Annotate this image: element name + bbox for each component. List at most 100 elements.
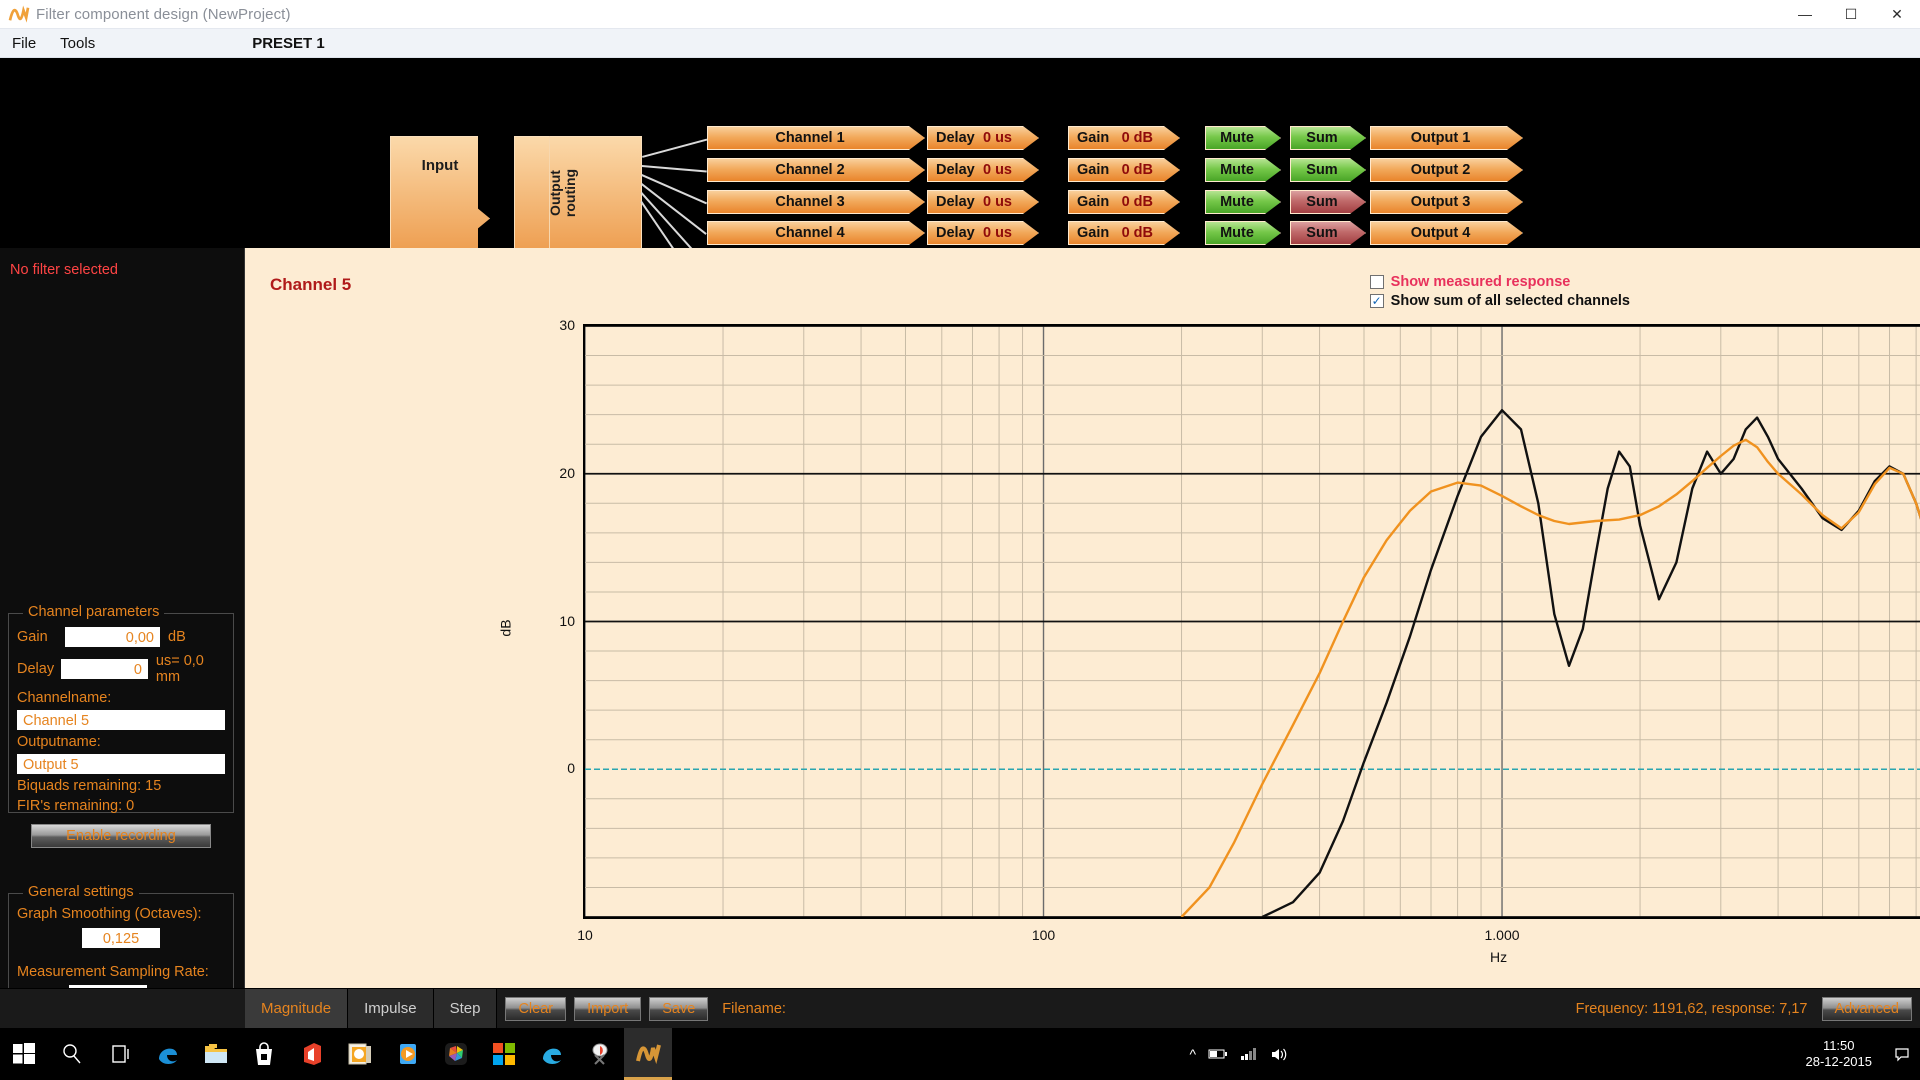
x-axis-tick: 100 [1031, 927, 1056, 943]
edge-icon[interactable] [144, 1028, 192, 1080]
channel-1-block[interactable]: Channel 1 [707, 126, 925, 150]
delay-value: 0 us [982, 225, 1012, 241]
delay-4-block[interactable]: Delay 0 us [927, 221, 1039, 245]
gain-input[interactable]: 0,00 [65, 627, 160, 647]
show-sum-checkbox[interactable]: ✓ [1369, 294, 1384, 308]
output-3-block[interactable]: Output 3 [1370, 190, 1523, 214]
sum-4-block[interactable]: Sum [1290, 221, 1366, 245]
battery-icon[interactable] [1208, 1047, 1228, 1061]
channel-2-block[interactable]: Channel 2 [707, 158, 925, 182]
clear-button[interactable]: Clear [505, 996, 567, 1021]
delay-3-block[interactable]: Delay 0 us [927, 190, 1039, 214]
advanced-button[interactable]: Advanced [1821, 996, 1912, 1021]
mute-label: Mute [1220, 194, 1254, 210]
gain-4-block[interactable]: Gain 0 dB [1068, 221, 1180, 245]
menu-bar: File Tools PRESET 1 [0, 29, 1920, 58]
save-button[interactable]: Save [649, 996, 709, 1021]
maximize-button[interactable]: ☐ [1828, 0, 1874, 29]
output-label: Output 1 [1410, 130, 1471, 146]
channelname-input[interactable]: Channel 5 [17, 710, 225, 730]
gain-label: Gain [1077, 162, 1110, 178]
app-logo-icon [8, 5, 30, 23]
menu-item-file[interactable]: File [0, 29, 48, 58]
gain-label: Gain [1077, 130, 1110, 146]
gain-value: 0 dB [1121, 225, 1153, 241]
minimize-button[interactable]: — [1782, 0, 1828, 29]
mute-3-block[interactable]: Mute [1205, 190, 1281, 214]
import-button[interactable]: Import [574, 996, 642, 1021]
volume-icon[interactable] [1270, 1047, 1288, 1062]
file-explorer-icon[interactable] [192, 1028, 240, 1080]
tab-impulse[interactable]: Impulse [348, 988, 434, 1029]
mute-1-block[interactable]: Mute [1205, 126, 1281, 150]
gain-3-block[interactable]: Gain 0 dB [1068, 190, 1180, 214]
mute-4-block[interactable]: Mute [1205, 221, 1281, 245]
gain-label: Gain [1077, 194, 1110, 210]
tab-step[interactable]: Step [433, 988, 498, 1029]
gain-1-block[interactable]: Gain 0 dB [1068, 126, 1180, 150]
x-axis-label: Hz [1490, 949, 1508, 965]
taskbar: ^ 11:50 28-12-2015 [0, 1028, 1920, 1080]
menu-item-tools[interactable]: Tools [48, 29, 107, 58]
x-axis-tick: 1.000 [1484, 927, 1520, 943]
input-block[interactable]: Input [390, 136, 490, 248]
gain-2-block[interactable]: Gain 0 dB [1068, 158, 1180, 182]
y-axis-tick: 20 [559, 464, 575, 481]
enable-recording-button[interactable]: Enable recording [31, 824, 211, 848]
microsoft-icon[interactable] [480, 1028, 528, 1080]
frequency-response-status: Frequency: 1191,62, response: 7,17 [1575, 1000, 1808, 1017]
delay-1-block[interactable]: Delay 0 us [927, 126, 1039, 150]
photos-icon[interactable] [336, 1028, 384, 1080]
search-icon[interactable] [48, 1028, 96, 1080]
delay-label: Delay [936, 194, 975, 210]
start-icon[interactable] [0, 1028, 48, 1080]
store-icon[interactable] [240, 1028, 288, 1080]
sum-2-block[interactable]: Sum [1290, 158, 1366, 182]
filter-app-icon[interactable] [624, 1028, 672, 1080]
sampling-rate-label: Measurement Sampling Rate: [17, 964, 209, 980]
movies-icon[interactable] [384, 1028, 432, 1080]
close-button[interactable]: ✕ [1874, 0, 1920, 29]
sum-label: Sum [1306, 162, 1338, 178]
routing-wire [641, 164, 707, 172]
plot-area[interactable] [583, 324, 1920, 919]
output-routing-block[interactable] [514, 136, 642, 248]
sum-3-block[interactable]: Sum [1290, 190, 1366, 214]
show-measured-response-checkbox[interactable] [1369, 275, 1384, 289]
sum-1-block[interactable]: Sum [1290, 126, 1366, 150]
sum-label: Sum [1306, 130, 1338, 146]
graph-smoothing-label: Graph Smoothing (Octaves): [17, 906, 202, 922]
channel-3-block[interactable]: Channel 3 [707, 190, 925, 214]
mute-2-block[interactable]: Mute [1205, 158, 1281, 182]
mute-label: Mute [1220, 225, 1254, 241]
y-axis-tick: 10 [559, 612, 575, 629]
graph-smoothing-input[interactable]: 0,125 [82, 928, 160, 948]
gain-label: Gain [17, 629, 48, 645]
output-4-block[interactable]: Output 4 [1370, 221, 1523, 245]
snipping-tool-icon[interactable] [576, 1028, 624, 1080]
general-settings-legend: General settings [23, 884, 139, 900]
outputname-input[interactable]: Output 5 [17, 754, 225, 774]
output-2-block[interactable]: Output 2 [1370, 158, 1523, 182]
chevron-up-icon[interactable]: ^ [1189, 1046, 1196, 1062]
delay-input[interactable]: 0 [60, 659, 148, 679]
delay-label: Delay [936, 130, 975, 146]
internet-explorer-icon[interactable] [528, 1028, 576, 1080]
show-sum-row[interactable]: ✓ Show sum of all selected channels [1369, 293, 1630, 309]
gain-value: 0 dB [1121, 194, 1153, 210]
delay-label: Delay [936, 225, 975, 241]
bottom-toolbar: Magnitude Impulse Step Clear Import Save… [0, 988, 1920, 1029]
show-measured-response-row[interactable]: Show measured response [1369, 274, 1630, 290]
office-icon[interactable] [288, 1028, 336, 1080]
clock[interactable]: 11:50 28-12-2015 [1805, 1038, 1894, 1070]
puzzle-icon[interactable] [432, 1028, 480, 1080]
system-tray: ^ [1189, 1046, 1288, 1062]
channel-4-block[interactable]: Channel 4 [707, 221, 925, 245]
notifications-icon[interactable] [1894, 1046, 1910, 1062]
output-1-block[interactable]: Output 1 [1370, 126, 1523, 150]
delay-2-block[interactable]: Delay 0 us [927, 158, 1039, 182]
network-icon[interactable] [1240, 1047, 1258, 1061]
task-view-icon[interactable] [96, 1028, 144, 1080]
clock-date: 28-12-2015 [1805, 1054, 1872, 1069]
tab-magnitude[interactable]: Magnitude [245, 988, 349, 1029]
